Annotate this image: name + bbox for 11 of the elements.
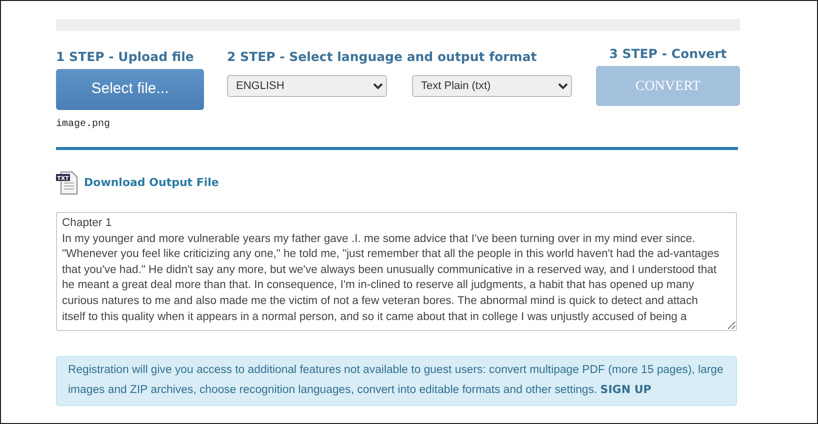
file-name: image.png xyxy=(56,118,110,132)
sign-up-link[interactable]: SIGN UP xyxy=(600,383,652,396)
step-heading: 1 STEP - Upload file xyxy=(56,48,194,66)
registration-notice: Registration will give you access to additional features not available to guest users: convert multipage PDF (more 15 pages), large images and ZIP archives, choose recognition languages, convert into editable formats and other settings. SIGN UP xyxy=(56,356,737,406)
format-select[interactable]: Text Plain (txt) xyxy=(412,75,572,97)
step-heading: 3 STEP - Convert xyxy=(608,45,728,63)
download-link[interactable]: Download Output File xyxy=(84,174,219,192)
output-text-area[interactable]: Chapter 1 In my younger and more vulnerable years my father gave .I. me some advice that I've been turning over in my mind ever since. "Whenever you feel like criticizing any one," he told me, "just remember that all the people in this world haven't had the ad-vantages that you've had." He didn't say any more, but we've always been unusually communicative in a reserved way, and I understood that he meant a great deal more than that. In consequence, I'm in-clined to reserve all judgments, a habit that has opened up many curious natures to me and also made me the victim of not a few veteran bores. The abnormal mind is quick to detect and attach itself to this quality when it appears in a normal person, and so it came about that in college I was unjustly accused of being a xyxy=(56,212,737,331)
select-file-button[interactable]: Select file... xyxy=(56,69,204,110)
step-heading: 2 STEP - Select language and output format xyxy=(227,48,537,66)
language-select[interactable]: ENGLISH xyxy=(227,75,387,97)
